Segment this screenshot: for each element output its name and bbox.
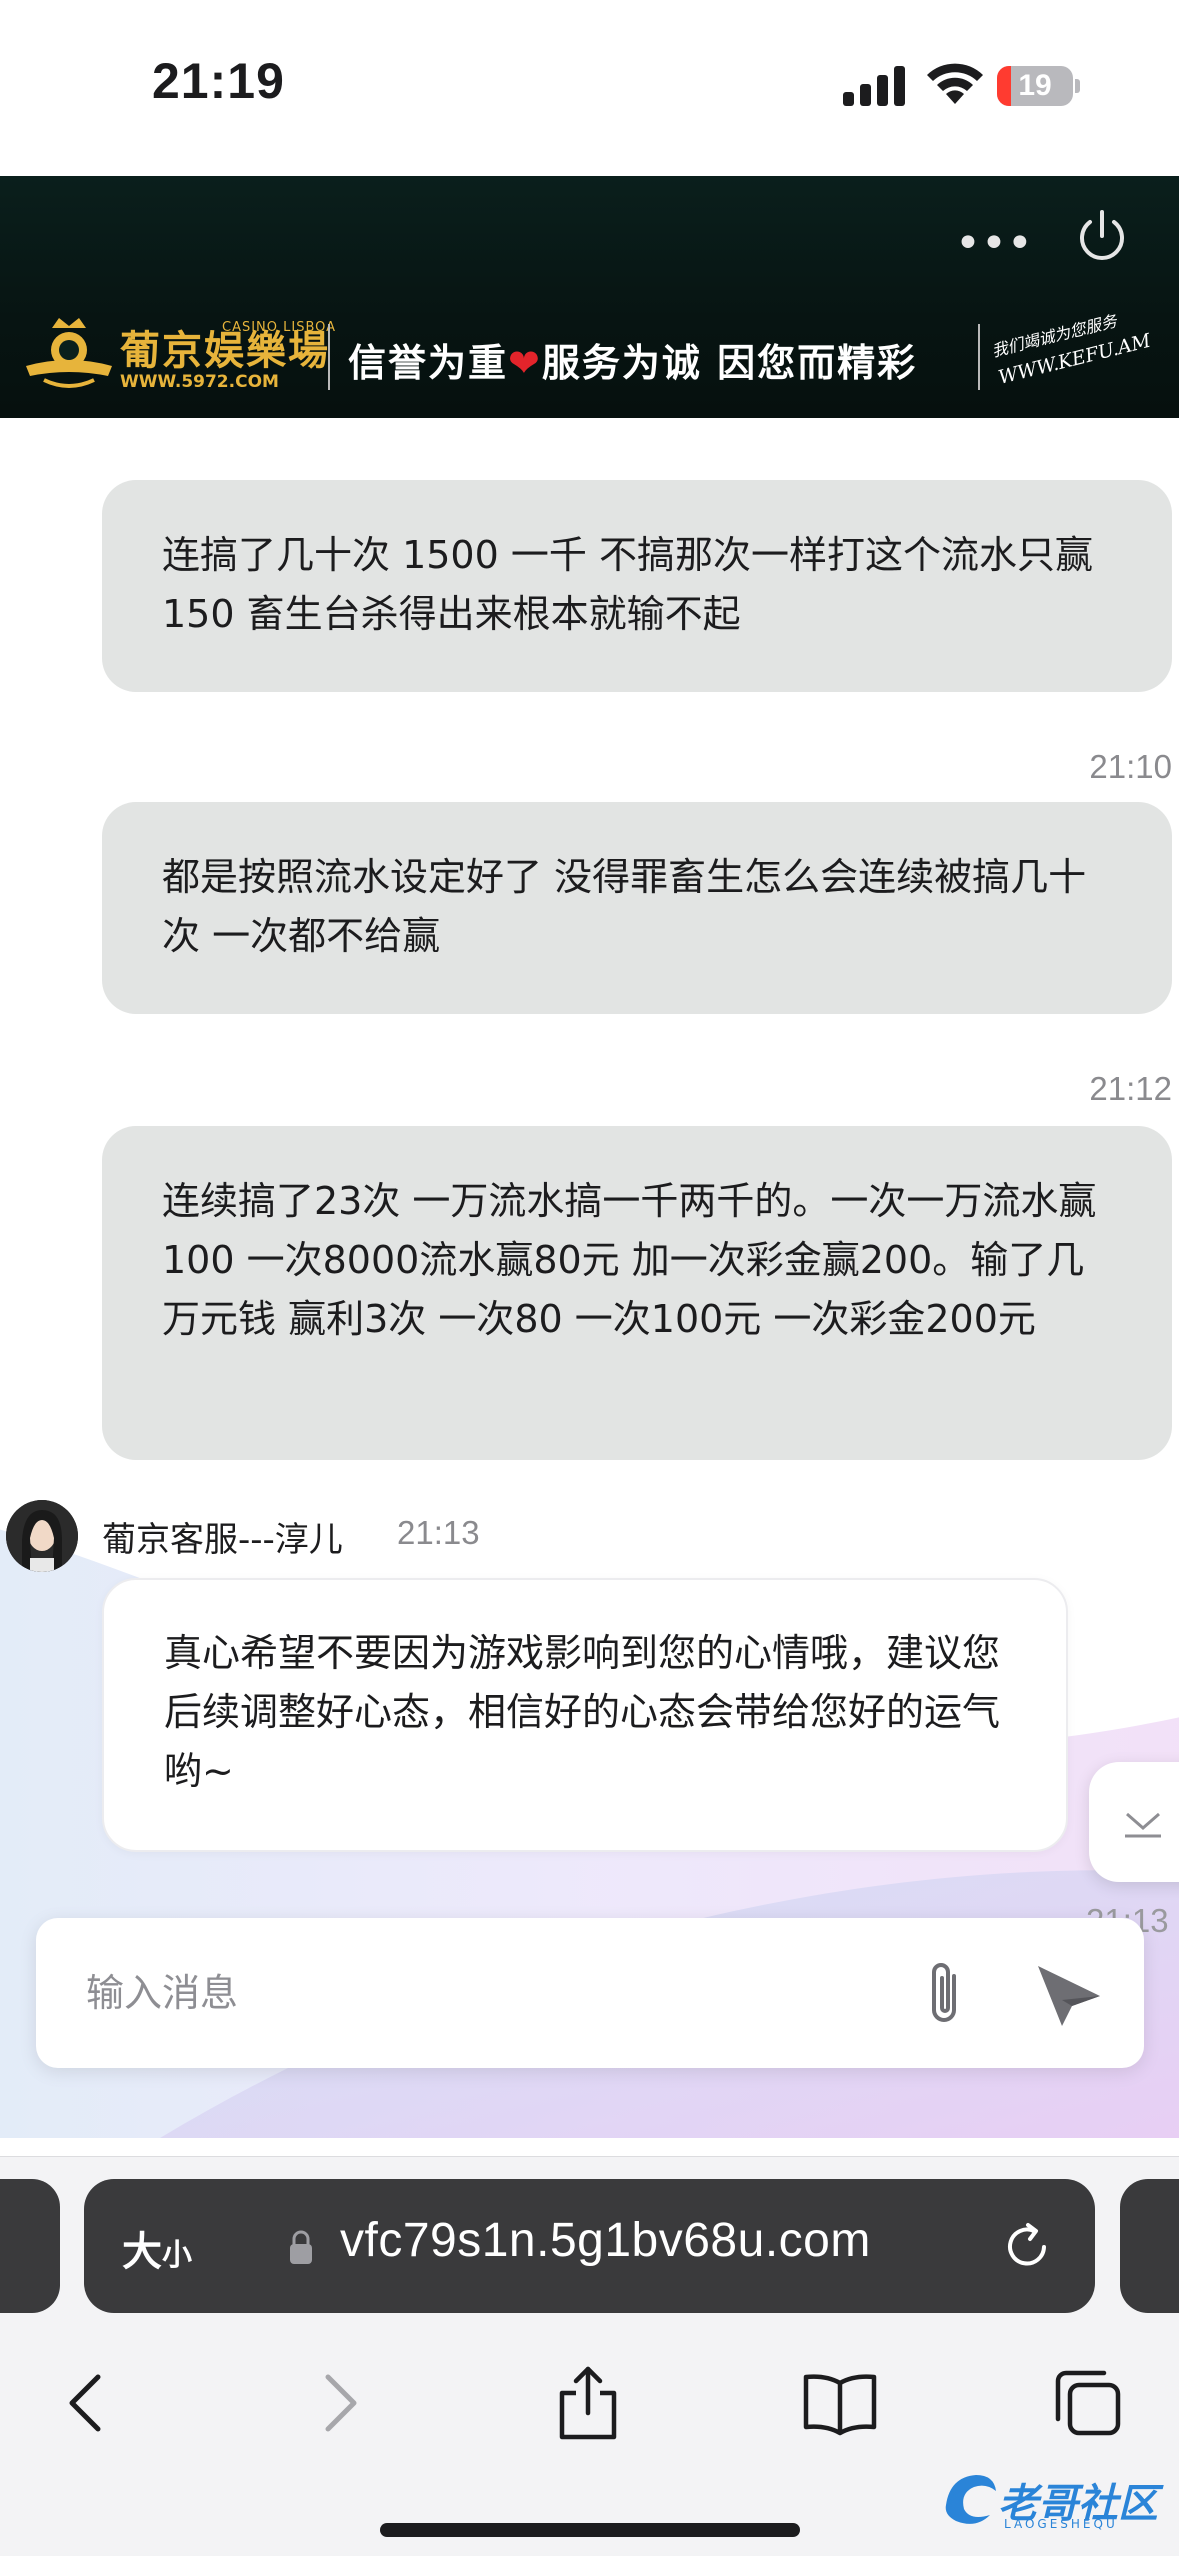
address-bar[interactable]: 大小 vfc79s1n.5g1bv68u.com [84,2179,1095,2313]
message-input[interactable] [86,1958,906,2028]
reload-icon[interactable] [1000,2219,1054,2273]
kefu-signature: 我们竭诚为您服务 WWW.KEFU.AM [989,296,1178,416]
forward-icon[interactable] [300,2363,380,2443]
status-bar: 21:19 19 [0,0,1179,176]
chat-messages[interactable]: 连搞了几十次 1500 一千 不搞那次一样打这个流水只赢150 畜生台杀得出来根… [0,418,1179,2160]
user-message-bubble: 连续搞了23次 一万流水搞一千两千的。一次一万流水赢100 一次8000流水赢8… [102,1126,1172,1460]
more-icon[interactable]: ••• [955,222,1033,266]
url-text: vfc79s1n.5g1bv68u.com [340,2214,871,2267]
share-icon[interactable] [548,2363,628,2443]
casino-logo-english: CASINO LISBOA [222,320,337,335]
browser-toolbar: 大小 vfc79s1n.5g1bv68u.com 老哥社区 LAOGESHEQU [0,2156,1179,2556]
message-text: 连搞了几十次 1500 一千 不搞那次一样打这个流水只赢150 畜生台杀得出来根… [162,533,1093,636]
message-timestamp: 21:12 [1089,1070,1172,1107]
watermark-subtext: LAOGESHEQU [1004,2517,1118,2531]
slogan-text: 信誉为重❤服务为诚 因您而精彩 [348,332,917,387]
slogan-right: 服务为诚 因您而精彩 [541,341,918,385]
scroll-to-bottom-button[interactable] [1089,1762,1179,1882]
tabs-icon[interactable] [1048,2363,1128,2443]
chat-header-banner: ••• 葡京娱樂場 CASINO LISBOA WWW.5972.COM 信誉为… [0,176,1179,418]
message-timestamp: 21:10 [1089,748,1172,785]
user-message-bubble: 都是按照流水设定好了 没得罪畜生怎么会连续被搞几十次 一次都不给赢 [102,802,1172,1014]
previous-tab-peek[interactable] [0,2179,60,2313]
site-watermark: 老哥社区 LAOGESHEQU [940,2459,1170,2539]
paperclip-icon[interactable] [916,1956,976,2030]
agent-avatar[interactable] [6,1500,78,1572]
message-input-bar [36,1918,1144,2068]
message-text: 连续搞了23次 一万流水搞一千两千的。一次一万流水赢100 一次8000流水赢8… [162,1179,1097,1341]
home-indicator[interactable] [380,2523,800,2537]
agent-message-bubble: 真心希望不要因为游戏影响到您的心情哦，建议您后续调整好心态，相信好的心态会带给您… [102,1578,1068,1852]
casino-logo-emblem-icon [26,318,112,388]
battery-icon: 19 [997,66,1081,106]
browser-nav-row [0,2341,1179,2461]
slogan-banner: 信誉为重❤服务为诚 因您而精彩 [328,324,980,390]
message-text: 真心希望不要因为游戏影响到您的心情哦，建议您后续调整好心态，相信好的心态会带给您… [164,1631,1001,1793]
status-time: 21:19 [152,53,285,109]
lock-icon [290,2230,312,2264]
power-icon[interactable] [1072,206,1132,266]
back-icon[interactable] [46,2363,126,2443]
agent-name: 葡京客服---淳儿 [102,1520,343,1560]
send-icon[interactable] [1032,1960,1106,2030]
dragon-logo-icon [945,2475,996,2524]
page-size-button[interactable]: 大小 [122,2219,192,2277]
wifi-icon [927,63,983,104]
message-text: 都是按照流水设定好了 没得罪畜生怎么会连续被搞几十次 一次都不给赢 [162,855,1087,958]
chevron-down-icon [1125,1812,1161,1838]
slogan-left: 信誉为重 [348,341,509,385]
casino-logo-url: WWW.5972.COM [120,372,279,392]
next-tab-peek[interactable] [1120,2179,1179,2313]
agent-message-time: 21:13 [397,1514,480,1551]
heart-icon: ❤ [508,341,542,385]
user-message-bubble: 连搞了几十次 1500 一千 不搞那次一样打这个流水只赢150 畜生台杀得出来根… [102,480,1172,692]
cellular-signal-icon [843,66,905,106]
bookmarks-icon[interactable] [800,2363,880,2443]
battery-percent: 19 [1018,69,1052,102]
avatar-portrait-icon [6,1500,78,1572]
